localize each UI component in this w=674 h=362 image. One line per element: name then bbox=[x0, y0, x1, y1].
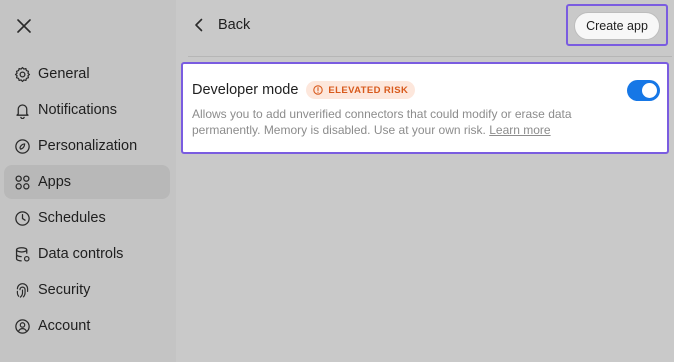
chevron-left-icon bbox=[195, 18, 203, 32]
sidebar-item-data-controls[interactable]: Data controls bbox=[4, 237, 170, 271]
back-button[interactable]: Back bbox=[194, 11, 250, 39]
elevated-risk-label: ELEVATED RISK bbox=[328, 84, 409, 96]
create-app-button[interactable]: Create app bbox=[574, 12, 660, 40]
header-divider bbox=[188, 56, 672, 57]
personalization-icon bbox=[13, 137, 31, 155]
sidebar-item-label: Notifications bbox=[38, 102, 117, 118]
sidebar-item-label: Personalization bbox=[38, 138, 138, 154]
sidebar-item-label: General bbox=[38, 66, 90, 82]
clock-icon bbox=[13, 209, 31, 227]
sidebar-item-notifications[interactable]: Notifications bbox=[4, 93, 170, 127]
sidebar-item-label: Data controls bbox=[38, 246, 124, 262]
main-panel: Back Create app Developer mode ELEVATED … bbox=[176, 0, 674, 362]
sidebar-item-label: Schedules bbox=[38, 210, 106, 226]
database-icon bbox=[13, 245, 31, 263]
sidebar-item-label: Apps bbox=[38, 174, 72, 190]
sidebar-item-label: Security bbox=[38, 282, 91, 298]
developer-mode-card: Developer mode ELEVATED RISK Allows you … bbox=[181, 62, 669, 154]
user-icon bbox=[13, 317, 31, 335]
apps-grid-icon bbox=[13, 173, 31, 191]
toggle-knob bbox=[642, 83, 657, 98]
developer-mode-description: Allows you to add unverified connectors … bbox=[192, 106, 622, 138]
warning-icon bbox=[313, 85, 324, 95]
sidebar-item-label: Account bbox=[38, 318, 91, 334]
learn-more-link[interactable]: Learn more bbox=[489, 123, 550, 137]
sidebar-item-schedules[interactable]: Schedules bbox=[4, 201, 170, 235]
sidebar-item-security[interactable]: Security bbox=[4, 273, 170, 307]
elevated-risk-badge: ELEVATED RISK bbox=[306, 81, 416, 99]
developer-mode-title: Developer mode bbox=[192, 82, 299, 98]
fingerprint-icon bbox=[13, 281, 31, 299]
bell-icon bbox=[13, 101, 31, 119]
sidebar-item-account[interactable]: Account bbox=[4, 309, 170, 343]
close-icon bbox=[17, 19, 31, 33]
back-label: Back bbox=[218, 17, 251, 33]
sidebar-item-apps[interactable]: Apps bbox=[4, 165, 170, 199]
sidebar-item-personalization[interactable]: Personalization bbox=[4, 129, 170, 163]
settings-sidebar: General Notifications Personalization Ap… bbox=[0, 0, 176, 362]
gear-icon bbox=[13, 65, 31, 83]
close-button[interactable] bbox=[12, 14, 36, 38]
developer-mode-title-row: Developer mode ELEVATED RISK bbox=[192, 81, 416, 99]
developer-mode-toggle[interactable] bbox=[627, 80, 660, 101]
sidebar-item-general[interactable]: General bbox=[4, 57, 170, 91]
